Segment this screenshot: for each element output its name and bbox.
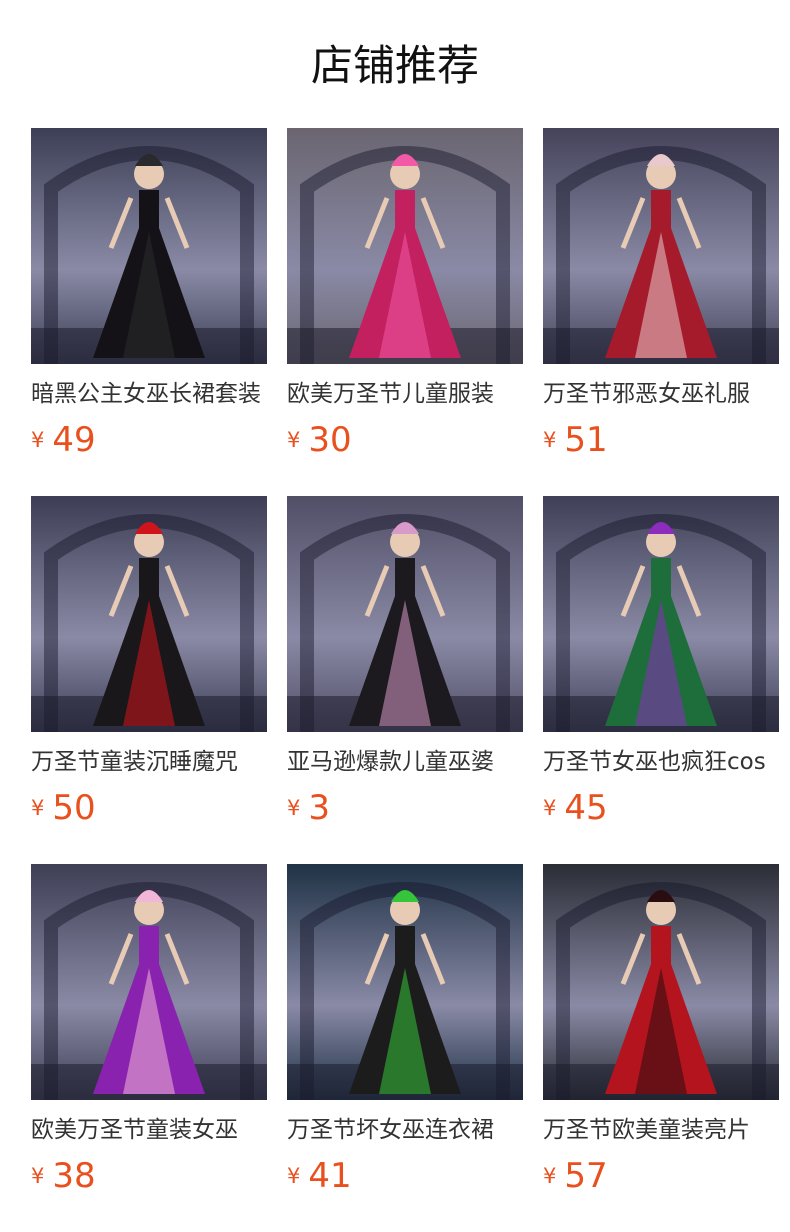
product-name[interactable]: 万圣节欧美童装亮片: [543, 1114, 779, 1146]
currency-symbol: ¥: [543, 1164, 557, 1188]
product-image[interactable]: [543, 128, 779, 364]
product-card[interactable]: 万圣节坏女巫连衣裙 ¥41: [287, 864, 523, 1204]
currency-symbol: ¥: [543, 796, 557, 820]
product-card[interactable]: 欧美万圣节儿童服装 ¥30: [287, 128, 523, 468]
product-price: ¥30: [287, 418, 352, 462]
product-image[interactable]: [31, 128, 267, 364]
product-card[interactable]: 万圣节女巫也疯狂cos ¥45: [543, 496, 779, 836]
price-amount: 38: [52, 1156, 96, 1196]
product-image[interactable]: [543, 496, 779, 732]
product-card[interactable]: 暗黑公主女巫长裙套装 ¥49: [31, 128, 267, 468]
product-price: ¥57: [543, 1154, 608, 1198]
product-image[interactable]: [287, 864, 523, 1100]
product-photo: [543, 864, 779, 1100]
product-photo: [31, 128, 267, 364]
product-name[interactable]: 暗黑公主女巫长裙套装: [31, 378, 267, 410]
product-name[interactable]: 万圣节坏女巫连衣裙: [287, 1114, 523, 1146]
product-photo: [543, 128, 779, 364]
product-image[interactable]: [287, 496, 523, 732]
price-amount: 3: [308, 788, 331, 828]
product-card[interactable]: 万圣节邪恶女巫礼服 ¥51: [543, 128, 779, 468]
product-name[interactable]: 万圣节女巫也疯狂cos: [543, 746, 779, 778]
product-image[interactable]: [287, 128, 523, 364]
product-card[interactable]: 万圣节童装沉睡魔咒 ¥50: [31, 496, 267, 836]
product-photo: [543, 496, 779, 732]
product-price: ¥38: [31, 1154, 96, 1198]
product-price: ¥45: [543, 786, 608, 830]
price-amount: 41: [308, 1156, 352, 1196]
product-name[interactable]: 万圣节邪恶女巫礼服: [543, 378, 779, 410]
product-price: ¥51: [543, 418, 608, 462]
currency-symbol: ¥: [31, 428, 45, 452]
product-image[interactable]: [31, 864, 267, 1100]
product-photo: [31, 496, 267, 732]
product-name[interactable]: 亚马逊爆款儿童巫婆: [287, 746, 523, 778]
product-card[interactable]: 亚马逊爆款儿童巫婆 ¥3: [287, 496, 523, 836]
price-amount: 51: [564, 420, 608, 460]
currency-symbol: ¥: [287, 428, 301, 452]
currency-symbol: ¥: [287, 796, 301, 820]
product-photo: [287, 496, 523, 732]
product-price: ¥41: [287, 1154, 352, 1198]
currency-symbol: ¥: [31, 796, 45, 820]
product-image[interactable]: [543, 864, 779, 1100]
product-photo: [31, 864, 267, 1100]
price-amount: 49: [52, 420, 96, 460]
product-card[interactable]: 欧美万圣节童装女巫 ¥38: [31, 864, 267, 1204]
price-amount: 30: [308, 420, 352, 460]
currency-symbol: ¥: [287, 1164, 301, 1188]
product-price: ¥3: [287, 786, 330, 830]
currency-symbol: ¥: [543, 428, 557, 452]
product-photo: [287, 864, 523, 1100]
product-image[interactable]: [31, 496, 267, 732]
product-price: ¥50: [31, 786, 96, 830]
currency-symbol: ¥: [31, 1164, 45, 1188]
product-name[interactable]: 万圣节童装沉睡魔咒: [31, 746, 267, 778]
price-amount: 45: [564, 788, 608, 828]
price-amount: 57: [564, 1156, 608, 1196]
product-price: ¥49: [31, 418, 96, 462]
product-name[interactable]: 欧美万圣节儿童服装: [287, 378, 523, 410]
product-photo: [287, 128, 523, 364]
price-amount: 50: [52, 788, 96, 828]
page-title: 店铺推荐: [310, 41, 479, 90]
product-name[interactable]: 欧美万圣节童装女巫: [31, 1114, 267, 1146]
product-card[interactable]: 万圣节欧美童装亮片 ¥57: [543, 864, 779, 1204]
